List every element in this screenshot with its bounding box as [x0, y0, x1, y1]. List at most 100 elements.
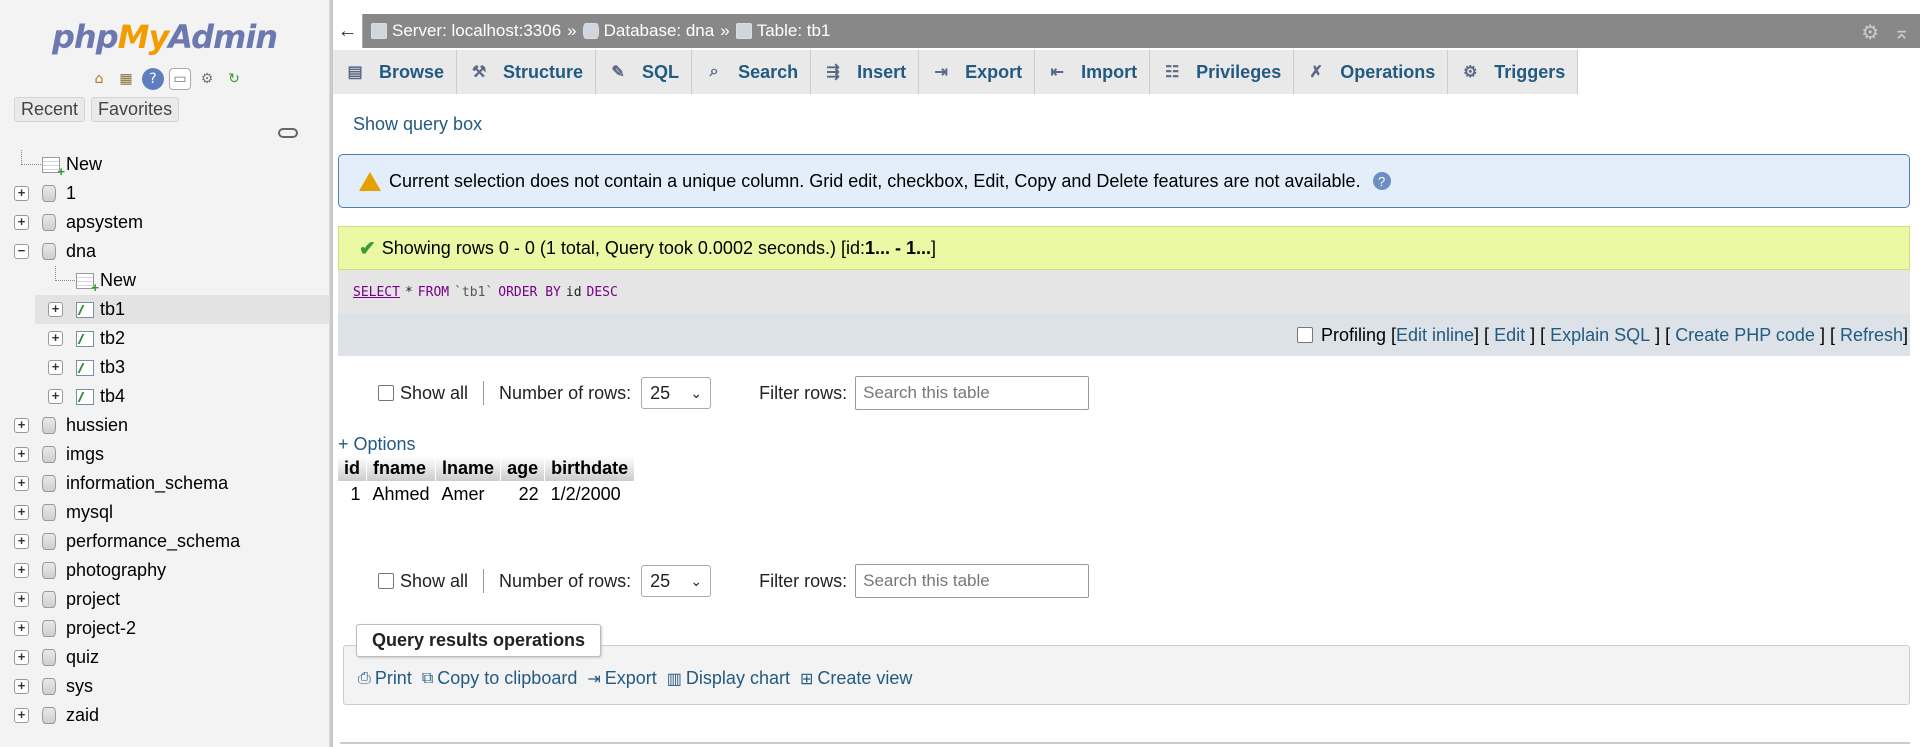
show-query-box-link[interactable]: Show query box — [353, 114, 482, 135]
tree-item-new[interactable]: New — [0, 266, 329, 295]
show-all-checkbox[interactable] — [378, 573, 394, 589]
copy-to-clipboard-link[interactable]: ⧉ Copy to clipboard — [422, 668, 578, 689]
tab-privileges[interactable]: ☷ Privileges — [1150, 50, 1295, 94]
tree-item-database[interactable]: + sys — [0, 672, 329, 701]
sidebar-resizer[interactable] — [330, 0, 333, 747]
filter-rows-input[interactable] — [855, 564, 1090, 598]
collapse-icon[interactable]: − — [14, 244, 29, 259]
back-button[interactable]: ← — [333, 14, 363, 48]
column-header-birthdate[interactable]: birthdate — [544, 456, 636, 481]
tree-item-database[interactable]: + photography — [0, 556, 329, 585]
tree-item-label[interactable]: tb4 — [100, 386, 125, 407]
tree-item-database[interactable]: + information_schema — [0, 469, 329, 498]
database-icon[interactable]: ▦ — [115, 68, 137, 90]
tree-item-label[interactable]: project-2 — [66, 618, 136, 639]
favorites-button[interactable]: Favorites — [91, 97, 180, 122]
tab-browse[interactable]: ▤ Browse — [333, 50, 458, 94]
phpmyadmin-logo[interactable]: phpMyAdmin — [52, 18, 278, 56]
expand-icon[interactable]: + — [14, 708, 29, 723]
tree-item-label[interactable]: photography — [66, 560, 166, 581]
display-chart-link[interactable]: ▥ Display chart — [667, 668, 790, 689]
expand-icon[interactable]: + — [14, 476, 29, 491]
create-view-link[interactable]: ⊞ Create view — [800, 668, 912, 689]
tree-item-label[interactable]: quiz — [66, 647, 99, 668]
tree-item-table[interactable]: + tb4 — [0, 382, 329, 411]
tree-item-database[interactable]: + imgs — [0, 440, 329, 469]
tab-export[interactable]: ⇥ Export — [919, 50, 1036, 94]
tree-item-label[interactable]: tb3 — [100, 357, 125, 378]
explain-sql-link[interactable]: Explain SQL — [1550, 325, 1650, 346]
edit-link[interactable]: Edit — [1494, 325, 1525, 346]
tree-item-label[interactable]: New — [66, 154, 102, 175]
tree-item-label[interactable]: mysql — [66, 502, 113, 523]
settings-gear-icon[interactable]: ⚙ — [1861, 20, 1879, 45]
help-icon[interactable]: ? — [1372, 172, 1391, 190]
tree-item-label[interactable]: tb2 — [100, 328, 125, 349]
profiling-checkbox[interactable] — [1296, 327, 1313, 343]
sql-keyword-select[interactable]: SELECT — [353, 285, 400, 300]
tree-item-label[interactable]: performance_schema — [66, 531, 240, 552]
tree-item-label[interactable]: 1 — [66, 183, 76, 204]
tree-item-label[interactable]: dna — [66, 241, 96, 262]
expand-icon[interactable]: + — [48, 360, 63, 375]
column-header-id[interactable]: id — [338, 456, 367, 481]
tab-sql[interactable]: ✎ SQL — [596, 50, 693, 94]
link-with-main-panel-icon[interactable] — [278, 128, 298, 138]
expand-icon[interactable]: + — [48, 331, 63, 346]
tab-insert[interactable]: ⇶ Insert — [811, 50, 920, 94]
tree-item-table[interactable]: + tb1 — [35, 295, 329, 324]
tree-item-database[interactable]: + apsystem — [0, 208, 329, 237]
expand-icon[interactable]: + — [14, 534, 29, 549]
tree-item-database[interactable]: +1 — [0, 179, 329, 208]
rows-select[interactable]: 25 ⌄ — [641, 565, 712, 597]
recent-button[interactable]: Recent — [14, 97, 86, 122]
tree-item-label[interactable]: zaid — [66, 705, 99, 726]
sql-query-display[interactable]: SELECT * FROM `tb1` ORDER BY id DESC — [338, 270, 1910, 314]
expand-icon[interactable]: + — [14, 447, 29, 462]
tree-item-label[interactable]: imgs — [66, 444, 104, 465]
expand-icon[interactable]: + — [14, 621, 29, 636]
expand-icon[interactable]: + — [14, 650, 29, 665]
tree-item-table[interactable]: + tb3 — [0, 353, 329, 382]
tab-triggers[interactable]: ⚙ Triggers — [1448, 50, 1579, 94]
expand-icon[interactable]: + — [14, 505, 29, 520]
breadcrumb-database[interactable]: Database: dna — [582, 21, 714, 41]
print-link[interactable]: ⎙ Print — [358, 668, 412, 689]
tab-import[interactable]: ⇤ Import — [1035, 50, 1151, 94]
tree-item-label[interactable]: project — [66, 589, 120, 610]
breadcrumb-server[interactable]: Server: localhost:3306 — [371, 21, 561, 41]
expand-icon[interactable]: + — [48, 302, 63, 317]
column-header-age[interactable]: age — [500, 456, 546, 481]
create-php-code-link[interactable]: Create PHP code — [1675, 325, 1815, 346]
column-header-lname[interactable]: lname — [435, 456, 502, 481]
expand-icon[interactable]: + — [14, 592, 29, 607]
reload-icon[interactable]: ↻ — [223, 68, 245, 90]
docs-icon[interactable]: ▭ — [169, 68, 191, 90]
home-icon[interactable]: ⌂ — [88, 68, 110, 90]
tree-item-database[interactable]: + project-2 — [0, 614, 329, 643]
tab-search[interactable]: ⌕ Search — [692, 50, 812, 94]
tree-item-database[interactable]: − dna — [0, 237, 329, 266]
column-header-fname[interactable]: fname — [366, 456, 437, 481]
help-icon[interactable]: ? — [142, 68, 164, 90]
expand-icon[interactable]: + — [14, 215, 29, 230]
options-link[interactable]: + Options — [338, 434, 416, 455]
tree-item-database[interactable]: + performance_schema — [0, 527, 329, 556]
breadcrumb-table[interactable]: Table: tb1 — [735, 21, 830, 41]
tree-item-label[interactable]: New — [100, 270, 136, 291]
expand-icon[interactable]: + — [14, 679, 29, 694]
collapse-icon[interactable]: ⌅ — [1893, 20, 1910, 45]
expand-icon[interactable]: + — [14, 186, 29, 201]
tree-item-database[interactable]: + project — [0, 585, 329, 614]
tree-item-label[interactable]: information_schema — [66, 473, 228, 494]
refresh-link[interactable]: Refresh — [1840, 325, 1903, 346]
export-link[interactable]: ⇥ Export — [587, 668, 656, 689]
rows-select[interactable]: 25 ⌄ — [641, 377, 712, 409]
expand-icon[interactable]: + — [14, 563, 29, 578]
tree-item-database[interactable]: + mysql — [0, 498, 329, 527]
tree-item-database[interactable]: + quiz — [0, 643, 329, 672]
tab-operations[interactable]: ✗ Operations — [1294, 50, 1449, 94]
edit-inline-link[interactable]: Edit inline — [1396, 325, 1474, 346]
tree-item-label[interactable]: sys — [66, 676, 93, 697]
show-all-checkbox[interactable] — [378, 385, 394, 401]
